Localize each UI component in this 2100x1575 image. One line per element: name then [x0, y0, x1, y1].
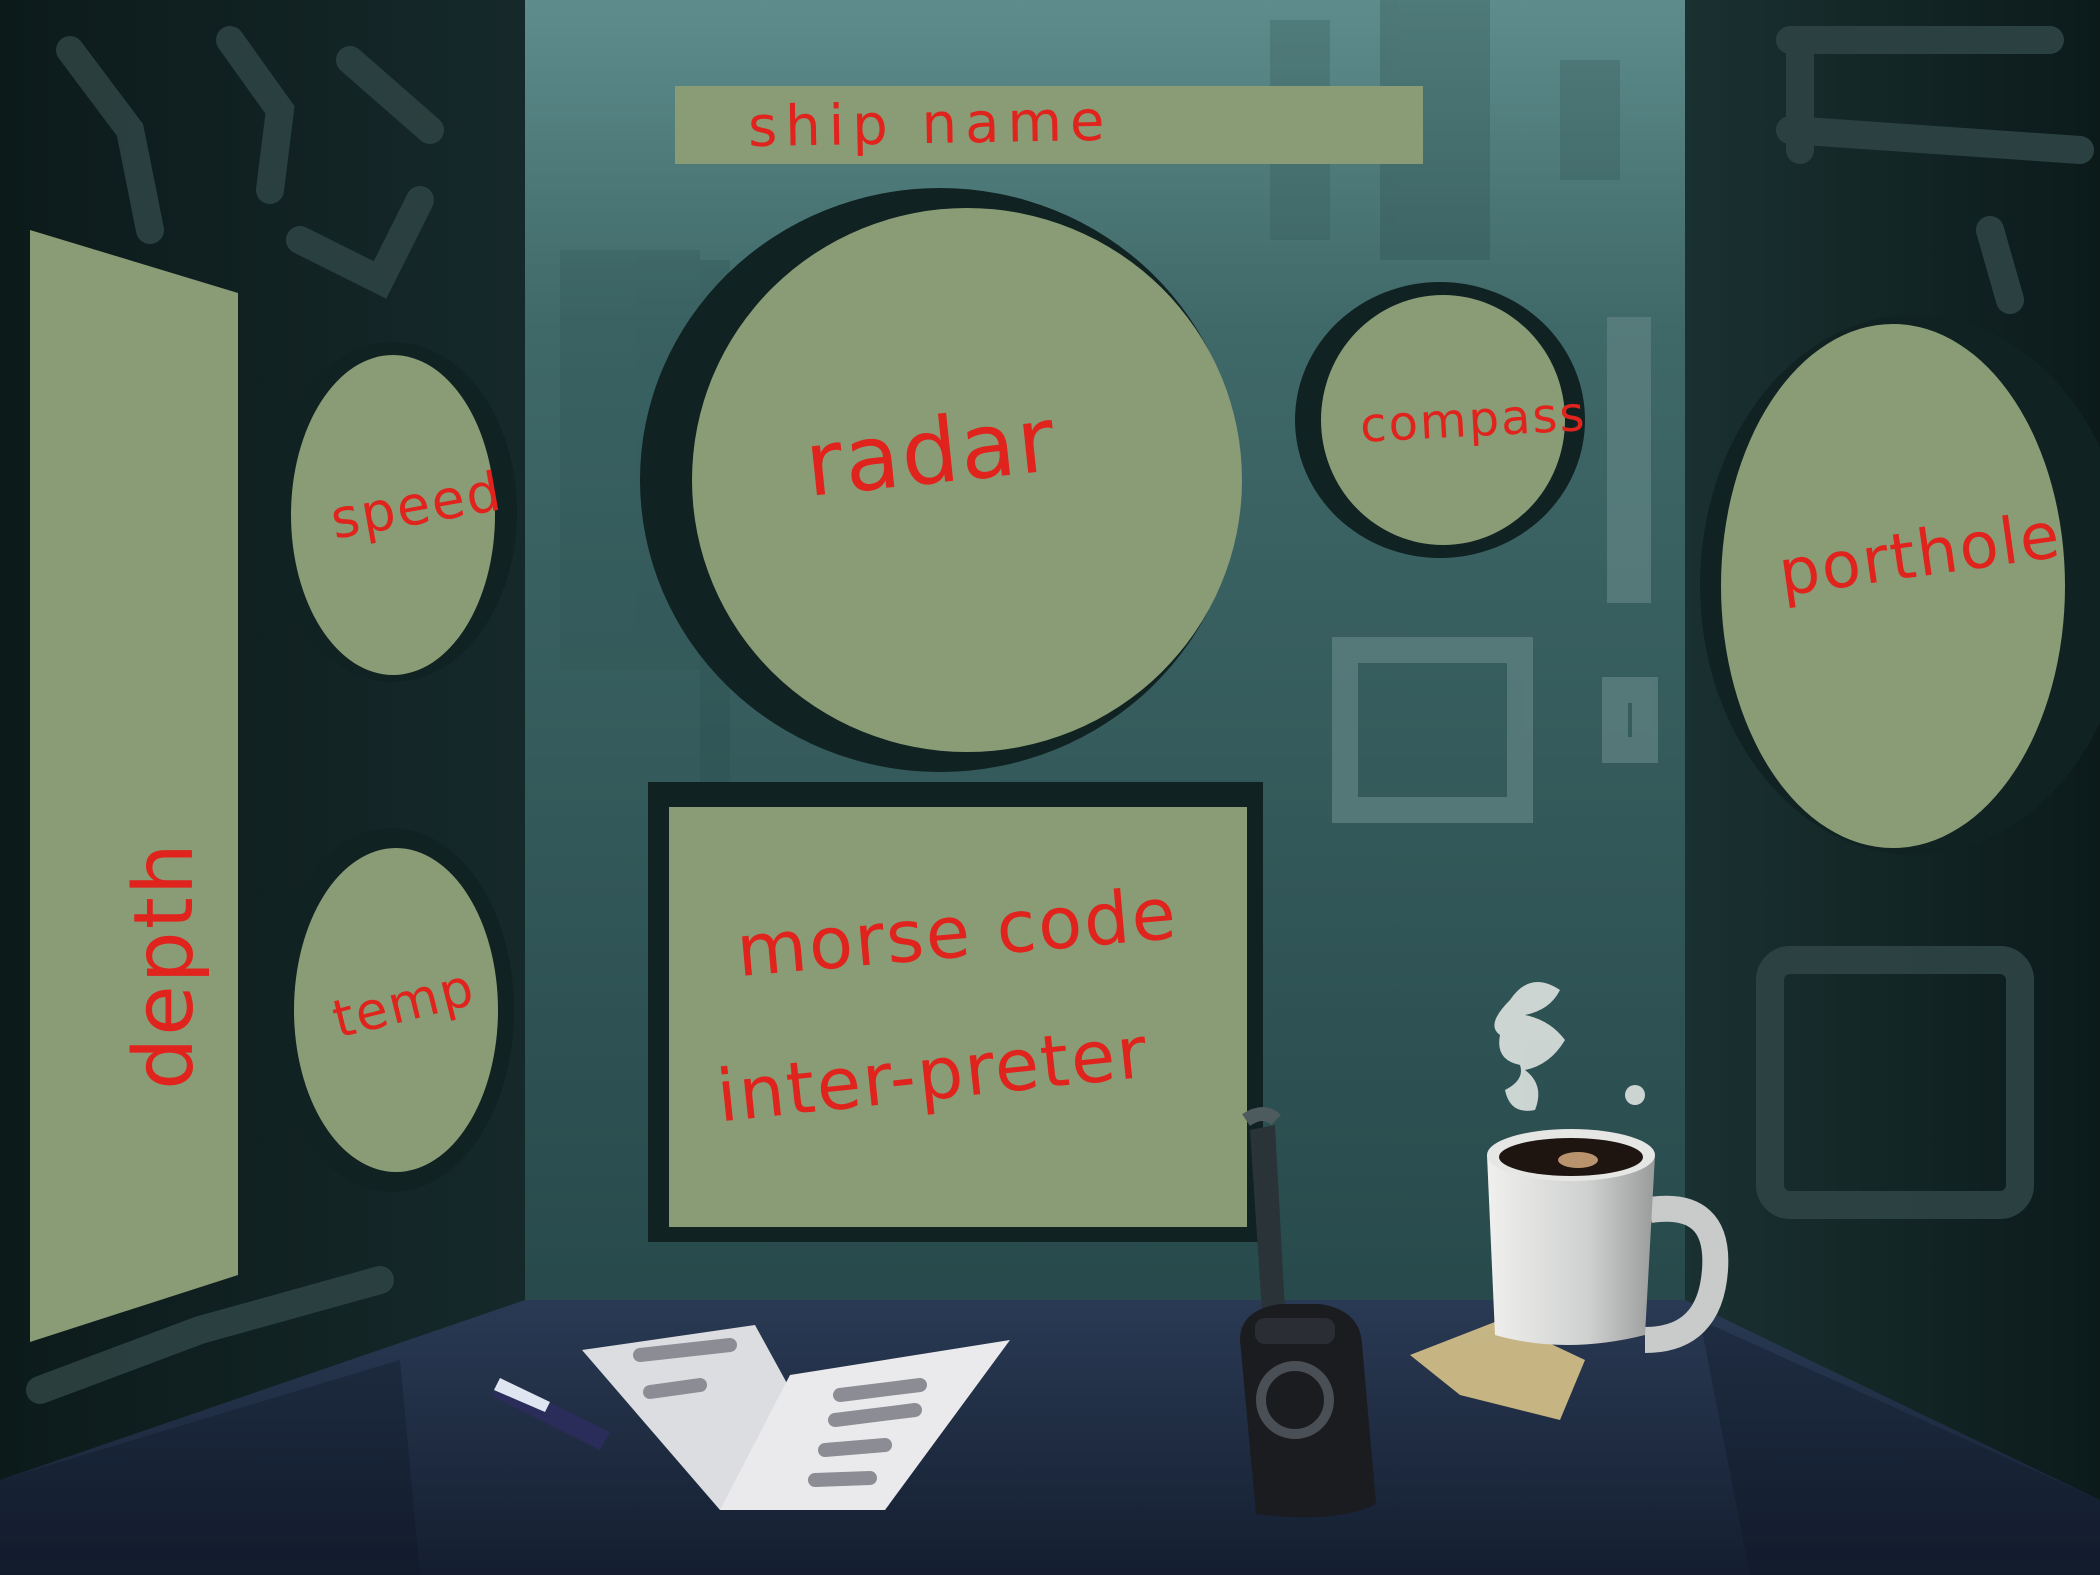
submarine-control-room: ship name radar compass porthole speed t… — [0, 0, 2100, 1575]
compass-label: compass — [1358, 386, 1588, 454]
rotary-phone-icon — [1240, 1304, 1376, 1518]
ship-name-label: ship name — [747, 88, 1113, 161]
depth-gauge — [30, 230, 238, 1342]
scene-art — [0, 0, 2100, 1575]
lever-top-icon — [1242, 1107, 1281, 1126]
morse-code-interpreter-panel — [669, 807, 1247, 1227]
depth-label: depth — [116, 841, 212, 1090]
